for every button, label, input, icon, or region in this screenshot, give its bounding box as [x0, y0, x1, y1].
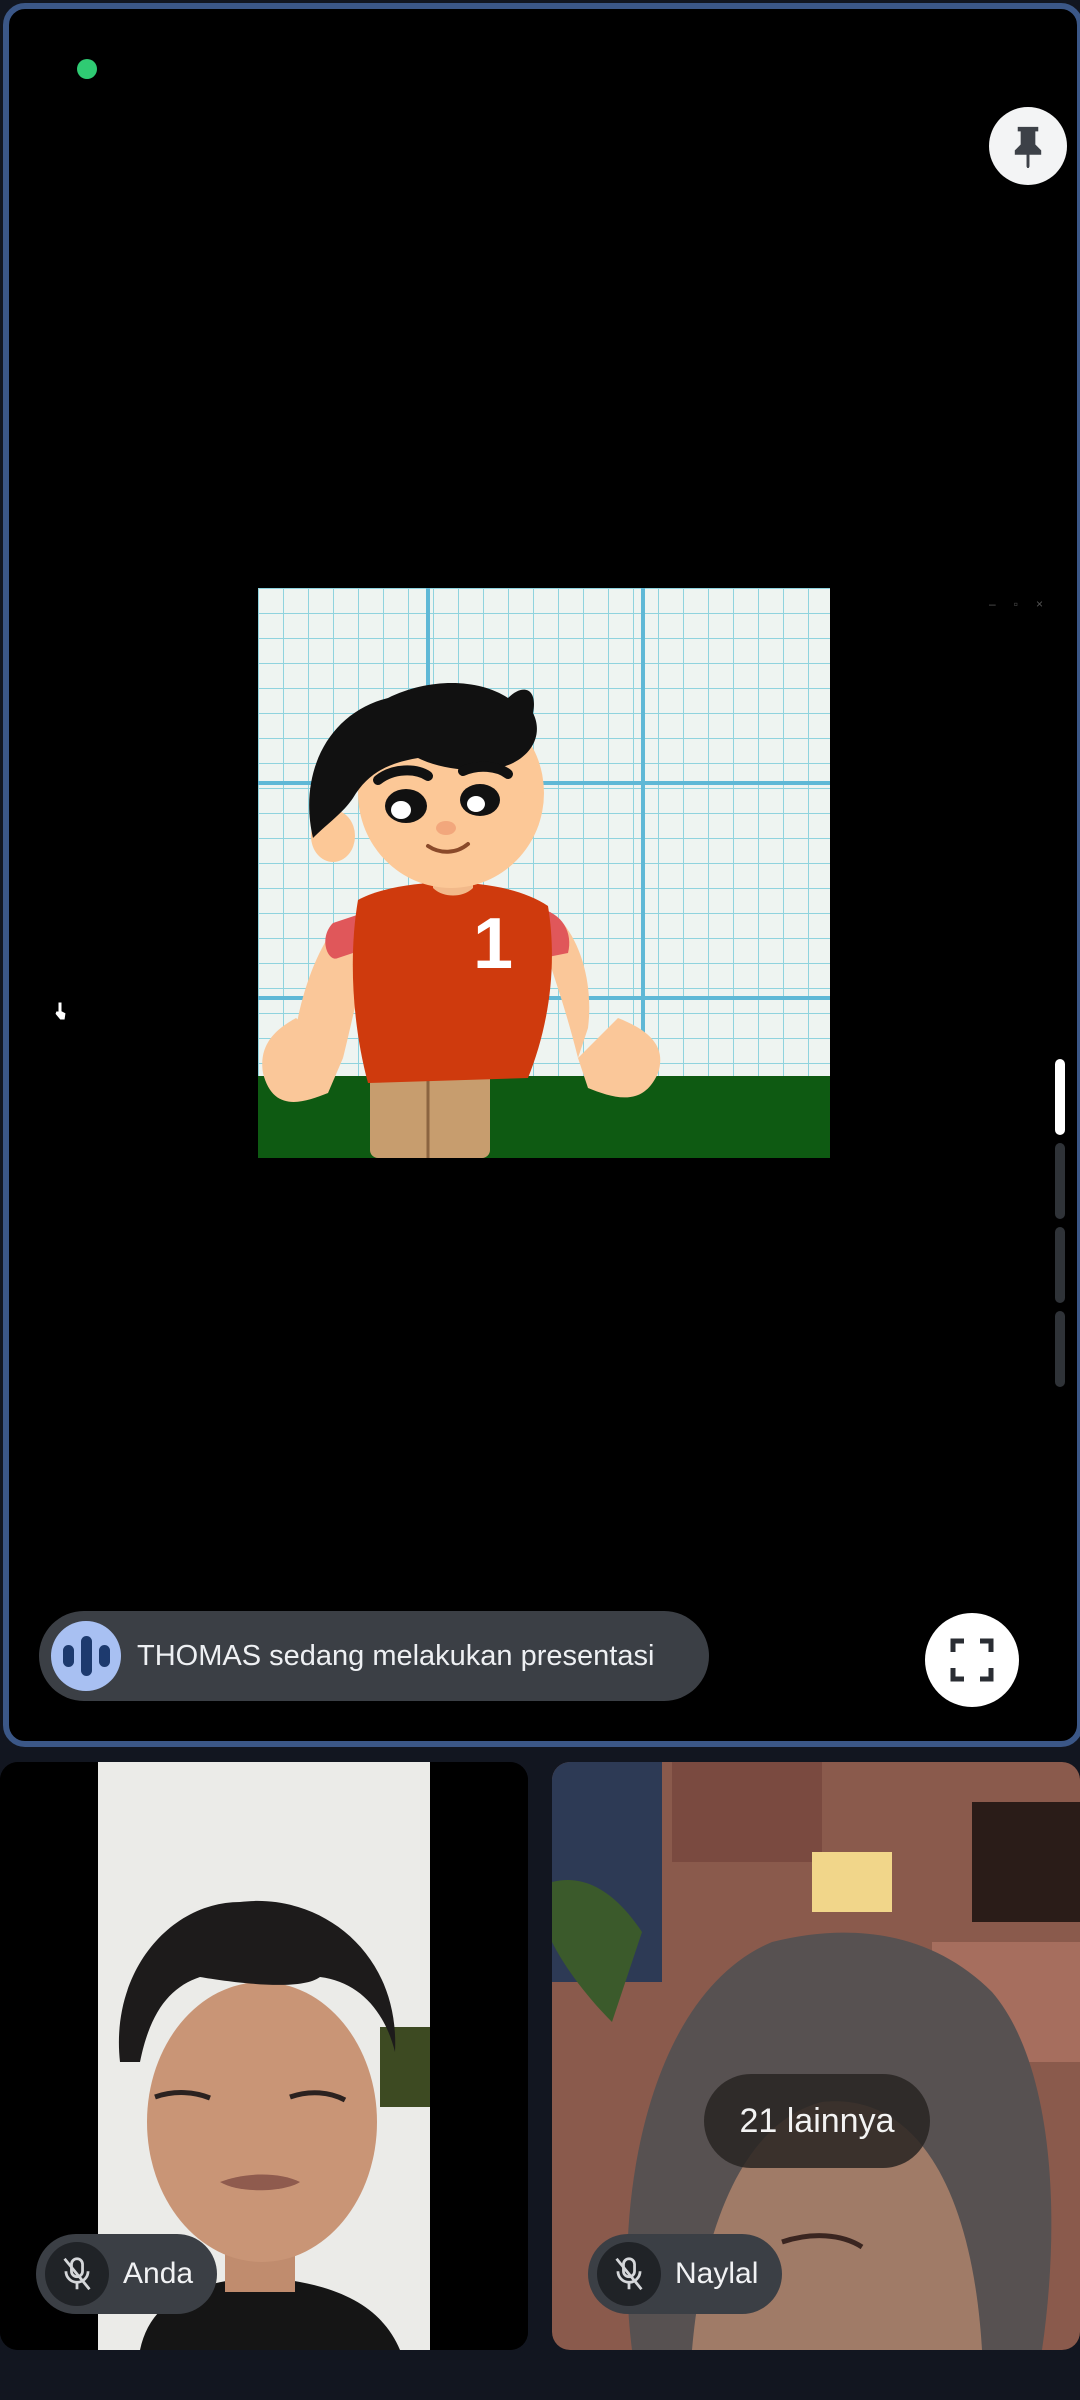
more-participants-chip[interactable]: 21 lainnya [704, 2074, 930, 2168]
hand-cursor-icon [54, 1001, 67, 1021]
mic-off-icon [597, 2242, 661, 2306]
close-icon: × [1035, 597, 1043, 611]
audio-wave-icon [51, 1621, 121, 1691]
layout-scroll-indicator[interactable] [1055, 1059, 1067, 1395]
pin-icon [1014, 126, 1042, 168]
presentation-tile[interactable]: 1 – ▫ × THOMAS sedang melakukan presenta… [3, 3, 1080, 1747]
fullscreen-icon [950, 1638, 994, 1682]
scroll-page-4[interactable] [1055, 1311, 1065, 1387]
cartoon-boy-illustration: 1 [258, 588, 830, 1158]
presenter-chip: THOMAS sedang melakukan presentasi [39, 1611, 709, 1701]
shared-screen-content: 1 [258, 588, 830, 1158]
participant-tile-self[interactable]: Anda [0, 1762, 528, 2350]
minimize-icon: – [989, 597, 996, 611]
presenter-label: THOMAS sedang melakukan presentasi [137, 1639, 655, 1672]
scroll-page-1[interactable] [1055, 1059, 1065, 1135]
maximize-icon: ▫ [1013, 597, 1018, 611]
mic-off-icon [45, 2242, 109, 2306]
participant-name: Naylal [675, 2257, 759, 2290]
window-controls: – ▫ × [989, 597, 1069, 617]
participant-name-chip: Naylal [588, 2234, 783, 2314]
shirt-number: 1 [473, 904, 513, 984]
scroll-page-3[interactable] [1055, 1227, 1065, 1303]
scroll-page-2[interactable] [1055, 1143, 1065, 1219]
recording-status-dot [77, 59, 97, 79]
participant-name-chip: Anda [36, 2234, 218, 2314]
pin-button[interactable] [989, 107, 1067, 185]
participant-tile-other[interactable]: 21 lainnya Naylal [552, 1762, 1080, 2350]
participant-name: Anda [123, 2257, 194, 2290]
fullscreen-button[interactable] [925, 1613, 1019, 1707]
